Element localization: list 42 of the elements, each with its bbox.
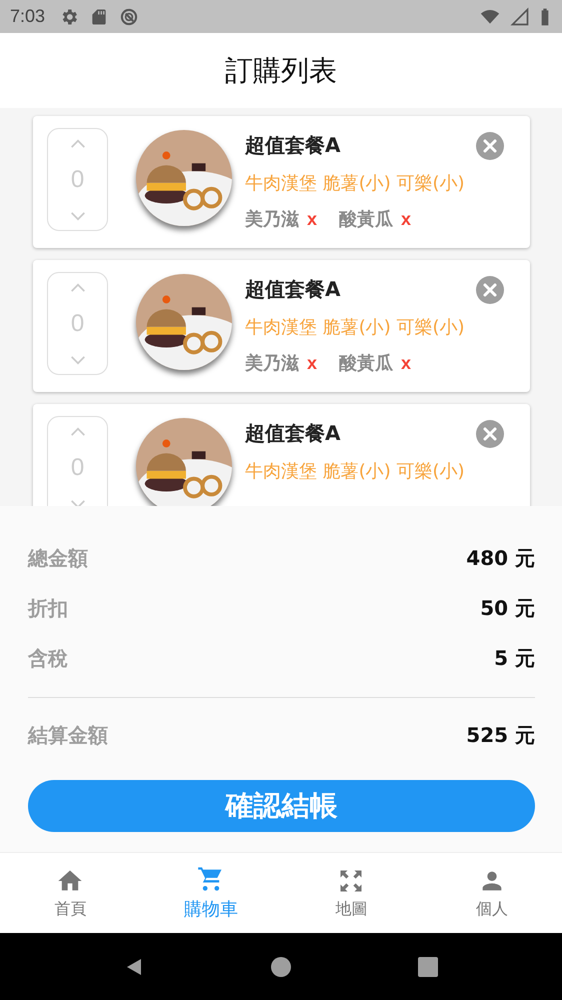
remove-topping-button[interactable]: x [307,352,318,374]
nav-tab[interactable]: 購物車 [140,853,281,933]
topping-label: 美乃滋 [245,352,299,375]
battery-icon [540,6,550,26]
topping-label: 酸黃瓜 [339,352,394,375]
total-value: 525 元 [466,722,535,748]
summary-label: 折扣 [28,594,68,622]
home-circle-icon[interactable] [270,956,291,976]
summary-label: 含稅 [28,644,68,672]
summary-label: 總金額 [28,544,88,572]
nav-tab[interactable]: 首頁 [0,853,140,933]
topping-label: 美乃滋 [245,208,299,231]
page-title: 訂購列表 [225,52,337,88]
signal-icon [510,6,530,26]
checkout-button[interactable]: 確認結帳 [28,780,535,832]
summary-value: 50 元 [480,594,535,622]
remove-topping-button[interactable]: x [401,352,412,374]
meal-name: 超值套餐A [245,276,342,303]
summary-value: 5 元 [494,644,535,672]
chevron-down-icon[interactable] [68,354,86,366]
remove-topping-button[interactable]: x [307,208,318,230]
status-time: 7:03 [10,6,46,27]
nav-tab[interactable]: 地圖 [281,853,422,933]
topping-label: 酸黃瓜 [339,208,394,231]
chevron-up-icon[interactable] [68,138,86,148]
recents-icon[interactable] [418,956,438,976]
meal-contents: 牛肉漢堡 脆薯(小) 可樂(小) [245,172,465,195]
summary-value: 480 元 [466,544,535,572]
chevron-down-icon[interactable] [68,210,86,222]
close-icon[interactable] [476,420,504,448]
remove-topping-button[interactable]: x [401,208,412,230]
close-icon[interactable] [476,132,504,160]
nav-tab[interactable]: 個人 [422,853,562,933]
meal-name: 超值套餐A [245,420,342,447]
meal-contents: 牛肉漢堡 脆薯(小) 可樂(小) [245,316,465,339]
meal-contents: 牛肉漢堡 脆薯(小) 可樂(小) [245,460,465,483]
chevron-up-icon[interactable] [68,426,86,436]
total-label: 結算金額 [28,722,108,748]
meal-name: 超值套餐A [245,132,342,159]
close-icon[interactable] [476,276,504,304]
chevron-up-icon[interactable] [68,282,86,292]
circle-slash-icon [119,6,140,26]
